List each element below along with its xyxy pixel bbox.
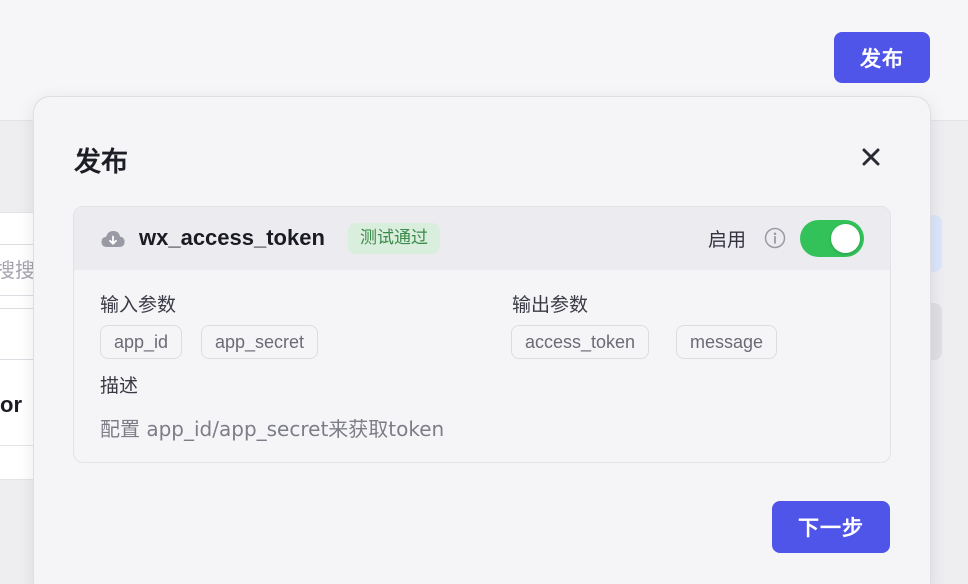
input-params-label: 输入参数 [100,294,177,316]
input-param-chip: app_secret [201,325,319,359]
next-step-button[interactable]: 下一步 [772,501,890,553]
dialog-title: 发布 [74,147,128,178]
tool-name: wx_access_token [139,225,325,250]
description-label: 描述 [100,375,139,397]
enable-toggle[interactable] [800,220,864,257]
status-badge: 测试通过 [348,223,440,254]
tool-card: wx_access_token 测试通过 启用 输入参数 app_id app_… [73,206,891,463]
publish-dialog: 发布 wx_access_token 测试通过 启用 输入参数 app_id a… [34,97,930,584]
info-icon[interactable] [764,227,786,249]
toggle-knob [831,224,860,253]
cloud-icon [100,229,126,249]
close-icon [856,142,886,172]
output-param-chip: access_token [511,325,650,359]
tool-card-header: wx_access_token 测试通过 启用 [74,207,890,270]
output-params-label: 输出参数 [512,294,589,316]
close-button[interactable] [856,142,886,172]
background-right-highlight [928,215,942,272]
description-text: 配置 app_id/app_secret来获取token [100,417,445,441]
background-right-block [928,303,942,360]
publish-button[interactable]: 发布 [834,32,930,83]
input-param-chip: app_id [100,325,183,359]
output-param-chip: message [676,325,778,359]
enable-label: 启用 [708,229,747,251]
